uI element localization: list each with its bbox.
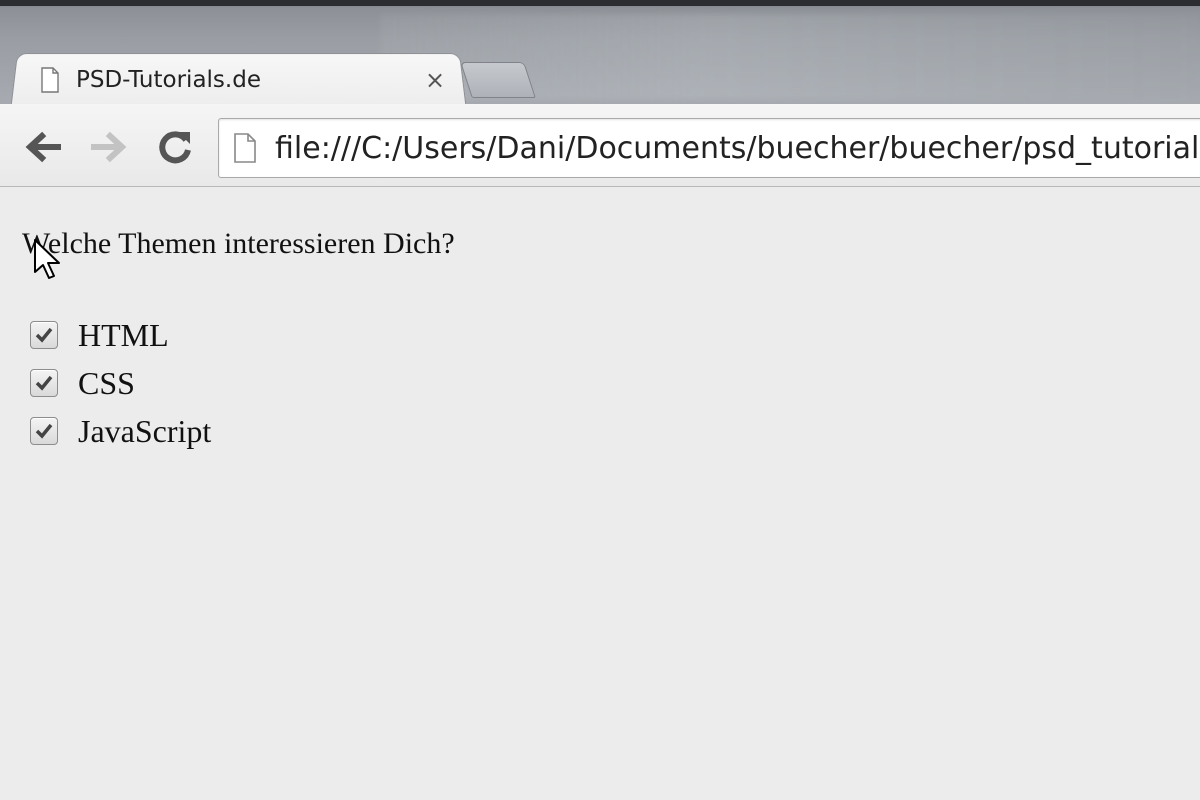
checkbox-css[interactable]	[30, 369, 58, 397]
checkbox-javascript[interactable]	[30, 417, 58, 445]
option-css: CSS	[30, 359, 211, 407]
browser-window: PSD-Tutorials.de × file:///C:/Users/Dani…	[0, 0, 1200, 800]
option-javascript: JavaScript	[30, 407, 211, 455]
forward-button[interactable]	[88, 126, 130, 168]
url-text: file:///C:/Users/Dani/Documents/buecher/…	[275, 130, 1200, 166]
question-text: Welche Themen interessieren Dich?	[22, 227, 455, 260]
option-label[interactable]: JavaScript	[78, 413, 211, 450]
back-button[interactable]	[22, 126, 64, 168]
arrow-right-icon	[91, 131, 127, 163]
new-tab-button[interactable]	[460, 62, 536, 98]
tab-strip: PSD-Tutorials.de ×	[0, 0, 1200, 105]
option-label[interactable]: HTML	[78, 317, 169, 354]
option-html: HTML	[30, 311, 211, 359]
check-icon	[35, 375, 53, 391]
page-icon	[234, 133, 256, 163]
active-tab-content[interactable]: PSD-Tutorials.de ×	[40, 58, 450, 102]
checkbox-html[interactable]	[30, 321, 58, 349]
page-content: Welche Themen interessieren Dich? HTML C…	[0, 187, 1200, 800]
address-bar[interactable]: file:///C:/Users/Dani/Documents/buecher/…	[218, 118, 1200, 178]
option-label[interactable]: CSS	[78, 365, 135, 402]
check-icon	[35, 327, 53, 343]
arrow-left-icon	[25, 131, 61, 163]
page-icon	[41, 67, 59, 93]
close-icon[interactable]: ×	[420, 66, 450, 94]
reload-icon	[159, 131, 191, 164]
check-icon	[35, 423, 53, 439]
reload-button[interactable]	[154, 126, 196, 168]
tab-title: PSD-Tutorials.de	[76, 67, 261, 93]
checkbox-list: HTML CSS JavaScript	[30, 311, 211, 455]
browser-toolbar: file:///C:/Users/Dani/Documents/buecher/…	[0, 104, 1200, 187]
